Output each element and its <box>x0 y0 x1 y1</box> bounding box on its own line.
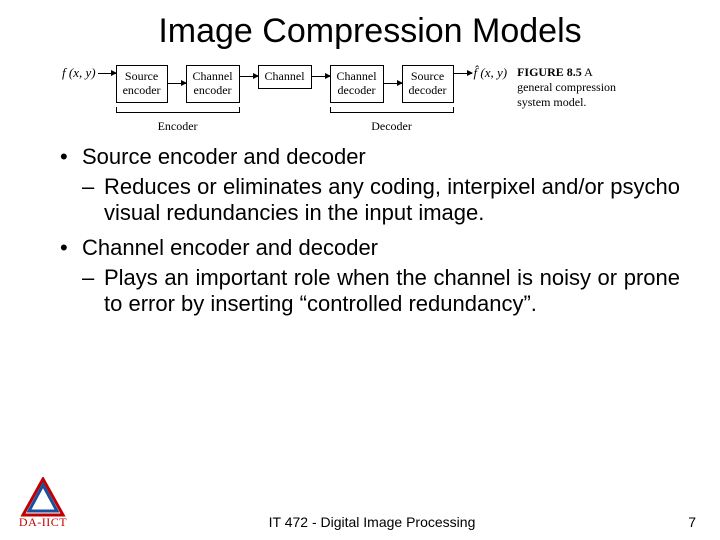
arrow-icon <box>98 73 116 74</box>
arrow-icon <box>454 73 472 74</box>
compression-diagram: f (x, y) Source encoder Channel encoder … <box>60 65 680 134</box>
institution-logo: DA-IICT <box>8 477 78 530</box>
channel-encoder-box: Channel encoder <box>186 65 240 103</box>
arrow-icon <box>240 76 258 77</box>
bullet-source-detail: Reduces or eliminates any coding, interp… <box>82 174 680 226</box>
arrow-icon <box>168 83 186 84</box>
triangle-logo-icon <box>19 477 67 517</box>
arrow-icon <box>384 83 402 84</box>
figure-number: FIGURE 8.5 <box>517 65 582 79</box>
bullet-channel-detail: Plays an important role when the channel… <box>82 265 680 317</box>
source-decoder-box: Source decoder <box>402 65 454 103</box>
slide-footer: DA-IICT IT 472 - Digital Image Processin… <box>0 477 720 530</box>
encoder-group-label: Encoder <box>158 119 198 134</box>
arrow-icon <box>312 76 330 77</box>
input-label: f (x, y) <box>60 65 98 81</box>
course-label: IT 472 - Digital Image Processing <box>78 514 666 530</box>
slide-content: Source encoder and decoder Reduces or el… <box>60 144 680 318</box>
figure-caption: FIGURE 8.5 A general compression system … <box>509 65 619 110</box>
decoder-group-label: Decoder <box>371 119 412 134</box>
logo-text: DA-IICT <box>19 515 67 530</box>
output-label: f̂ (x, y) <box>472 65 510 81</box>
page-number: 7 <box>666 514 696 530</box>
bullet-source: Source encoder and decoder <box>60 144 680 170</box>
channel-decoder-box: Channel decoder <box>330 65 384 103</box>
slide-title: Image Compression Models <box>60 12 680 51</box>
bullet-channel: Channel encoder and decoder <box>60 235 680 261</box>
source-encoder-box: Source encoder <box>116 65 168 103</box>
channel-box: Channel <box>258 65 312 89</box>
